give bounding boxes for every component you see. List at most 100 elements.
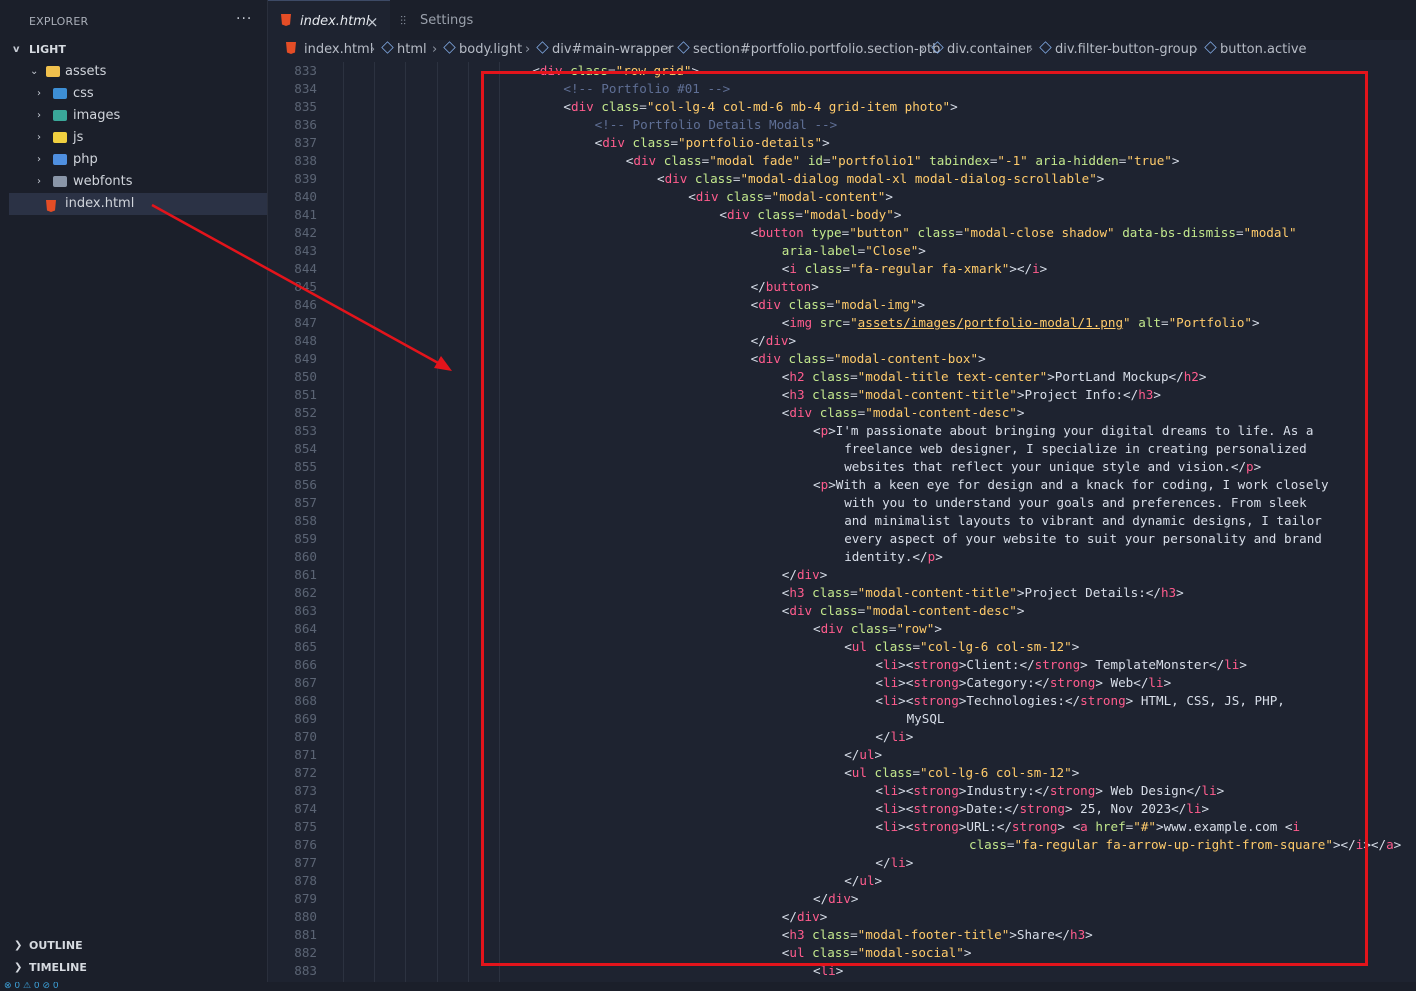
breadcrumb-item-container[interactable]: div.container xyxy=(931,40,1031,60)
code-token: > xyxy=(963,945,972,960)
tree-item-webfonts[interactable]: › webfonts xyxy=(0,171,267,193)
code-token: every aspect of your website to suit you… xyxy=(844,531,1322,546)
breadcrumb-item-filter-group[interactable]: div.filter-button-group xyxy=(1039,40,1197,60)
chevron-right-icon: › xyxy=(666,42,672,57)
code-token: li xyxy=(882,675,899,690)
code-token: >< xyxy=(898,783,914,798)
explorer-sidebar: EXPLORER ··· v LIGHT ⌄ assets › css › images › js… xyxy=(0,0,268,991)
chevron-right-icon: ❯ xyxy=(14,962,23,973)
code-token: div xyxy=(664,171,688,186)
outline-section[interactable]: ❯ OUTLINE xyxy=(0,935,267,957)
code-line: 836 <!-- Portfolio Details Modal --> xyxy=(268,116,1416,134)
code-token: > xyxy=(1085,927,1093,942)
code-token: > xyxy=(1393,837,1402,852)
code-token: >Technologies:</ xyxy=(958,693,1081,708)
code-token: > xyxy=(1253,459,1262,474)
tree-item-css[interactable]: › css xyxy=(0,83,267,105)
code-text: <li><strong>Technologies:</strong> HTML,… xyxy=(875,692,1285,710)
code-token: "modal-img" xyxy=(834,297,918,312)
line-number: 877 xyxy=(294,855,317,870)
code-text: <div class="modal-content-desc"> xyxy=(782,404,1025,422)
code-line: 859 every aspect of your website to suit … xyxy=(268,530,1416,548)
code-token: = xyxy=(1160,315,1169,330)
code-token: "modal-dialog modal-xl modal-dialog-scro… xyxy=(740,171,1097,186)
code-token: class xyxy=(804,585,851,600)
line-number: 882 xyxy=(294,945,317,960)
element-icon xyxy=(381,41,394,54)
code-token: i xyxy=(1292,819,1301,834)
code-token: "modal-content" xyxy=(771,189,886,204)
tree-item-index-html[interactable]: index.html xyxy=(9,193,267,215)
element-icon xyxy=(443,41,456,54)
tab-label: index.html xyxy=(300,14,370,29)
code-line: 862 <h3 class="modal-content-title">Proje… xyxy=(268,584,1416,602)
more-actions-icon[interactable]: ··· xyxy=(236,11,252,27)
code-token: > xyxy=(850,891,859,906)
code-token: "modal-content-desc" xyxy=(865,405,1017,420)
breadcrumb-item-main-wrapper[interactable]: div#main-wrapper xyxy=(536,40,673,60)
code-line: 868 <li><strong>Technologies:</strong> HT… xyxy=(268,692,1416,710)
code-token: ul xyxy=(859,873,875,888)
code-token: > xyxy=(905,729,914,744)
close-icon[interactable]: × xyxy=(366,1,379,43)
code-token: </ xyxy=(844,873,860,888)
explorer-title: EXPLORER xyxy=(29,15,89,28)
breadcrumb-item-html[interactable]: html xyxy=(381,40,427,60)
code-token: </ xyxy=(750,279,766,294)
code-line: 875 <li><strong>URL:</strong> <a href="#"… xyxy=(268,818,1416,836)
code-token: div xyxy=(758,297,781,312)
line-number: 841 xyxy=(294,207,317,222)
code-token: img xyxy=(789,315,813,330)
code-editor[interactable]: 833 <div class="row grid"> 834 <!-- Portfol… xyxy=(268,62,1416,982)
breadcrumb: index.html › html › body.light › div#mai… xyxy=(268,40,1416,62)
code-token: div xyxy=(820,621,844,636)
timeline-section[interactable]: ❯ TIMELINE xyxy=(0,957,267,979)
tree-item-images[interactable]: › images xyxy=(0,105,267,127)
code-token: > xyxy=(788,333,797,348)
line-number: 878 xyxy=(294,873,317,888)
breadcrumb-item-file[interactable]: index.html xyxy=(286,40,373,60)
code-line: 863 <div class="modal-content-desc"> xyxy=(268,602,1416,620)
code-text: class="fa-regular fa-arrow-up-right-from… xyxy=(969,836,1401,854)
code-token: < xyxy=(657,171,665,186)
code-token: data-bs-dismiss xyxy=(1114,225,1236,240)
breadcrumb-item-button[interactable]: button.active xyxy=(1204,40,1307,60)
status-bar[interactable]: ⊗ 0 ⚠ 0 ⊘ 0 xyxy=(0,982,1416,991)
code-token: class xyxy=(866,765,913,780)
code-token: >< xyxy=(898,675,914,690)
images-folder-icon xyxy=(53,110,67,121)
code-token: h2 xyxy=(789,369,805,384)
code-text: <div class="modal-content-box"> xyxy=(751,350,986,368)
code-token: div xyxy=(789,405,813,420)
line-number: 871 xyxy=(294,747,317,762)
code-token: strong xyxy=(913,819,959,834)
tree-root-light[interactable]: v LIGHT xyxy=(0,39,267,61)
line-number: 858 xyxy=(294,513,317,528)
code-line: 845 </button> xyxy=(268,278,1416,296)
tree-item-assets[interactable]: ⌄ assets xyxy=(0,61,267,83)
code-token: > xyxy=(811,279,819,294)
code-token: < xyxy=(813,423,821,438)
chevron-right-icon: › xyxy=(37,110,41,121)
breadcrumb-item-section[interactable]: section#portfolio.portfolio.section-ptb xyxy=(677,40,940,60)
code-token: > xyxy=(1239,657,1247,672)
breadcrumb-item-body[interactable]: body.light xyxy=(443,40,522,60)
chevron-right-icon: › xyxy=(1193,42,1199,57)
code-token: </ xyxy=(781,909,797,924)
tree-item-js[interactable]: › js xyxy=(0,127,267,149)
code-token: class xyxy=(812,405,858,420)
code-token: alt xyxy=(1130,315,1161,330)
code-token: div xyxy=(765,333,789,348)
code-line: 864 <div class="row"> xyxy=(268,620,1416,638)
code-text: <h3 class="modal-content-title">Project … xyxy=(782,386,1161,404)
code-token: > xyxy=(917,297,926,312)
code-token: strong xyxy=(1011,819,1058,834)
code-token: "modal" xyxy=(1243,225,1297,240)
code-token: > TemplateMonster</ xyxy=(1080,657,1225,672)
tab-index-html[interactable]: index.html × xyxy=(268,0,390,41)
tab-settings[interactable]: ⫶⫶ Settings xyxy=(390,0,480,40)
tree-item-php[interactable]: › php xyxy=(0,149,267,171)
code-line: 849 <div class="modal-content-box"> xyxy=(268,350,1416,368)
code-line: 877 </li> xyxy=(268,854,1416,872)
code-text: </ul> xyxy=(844,746,882,764)
